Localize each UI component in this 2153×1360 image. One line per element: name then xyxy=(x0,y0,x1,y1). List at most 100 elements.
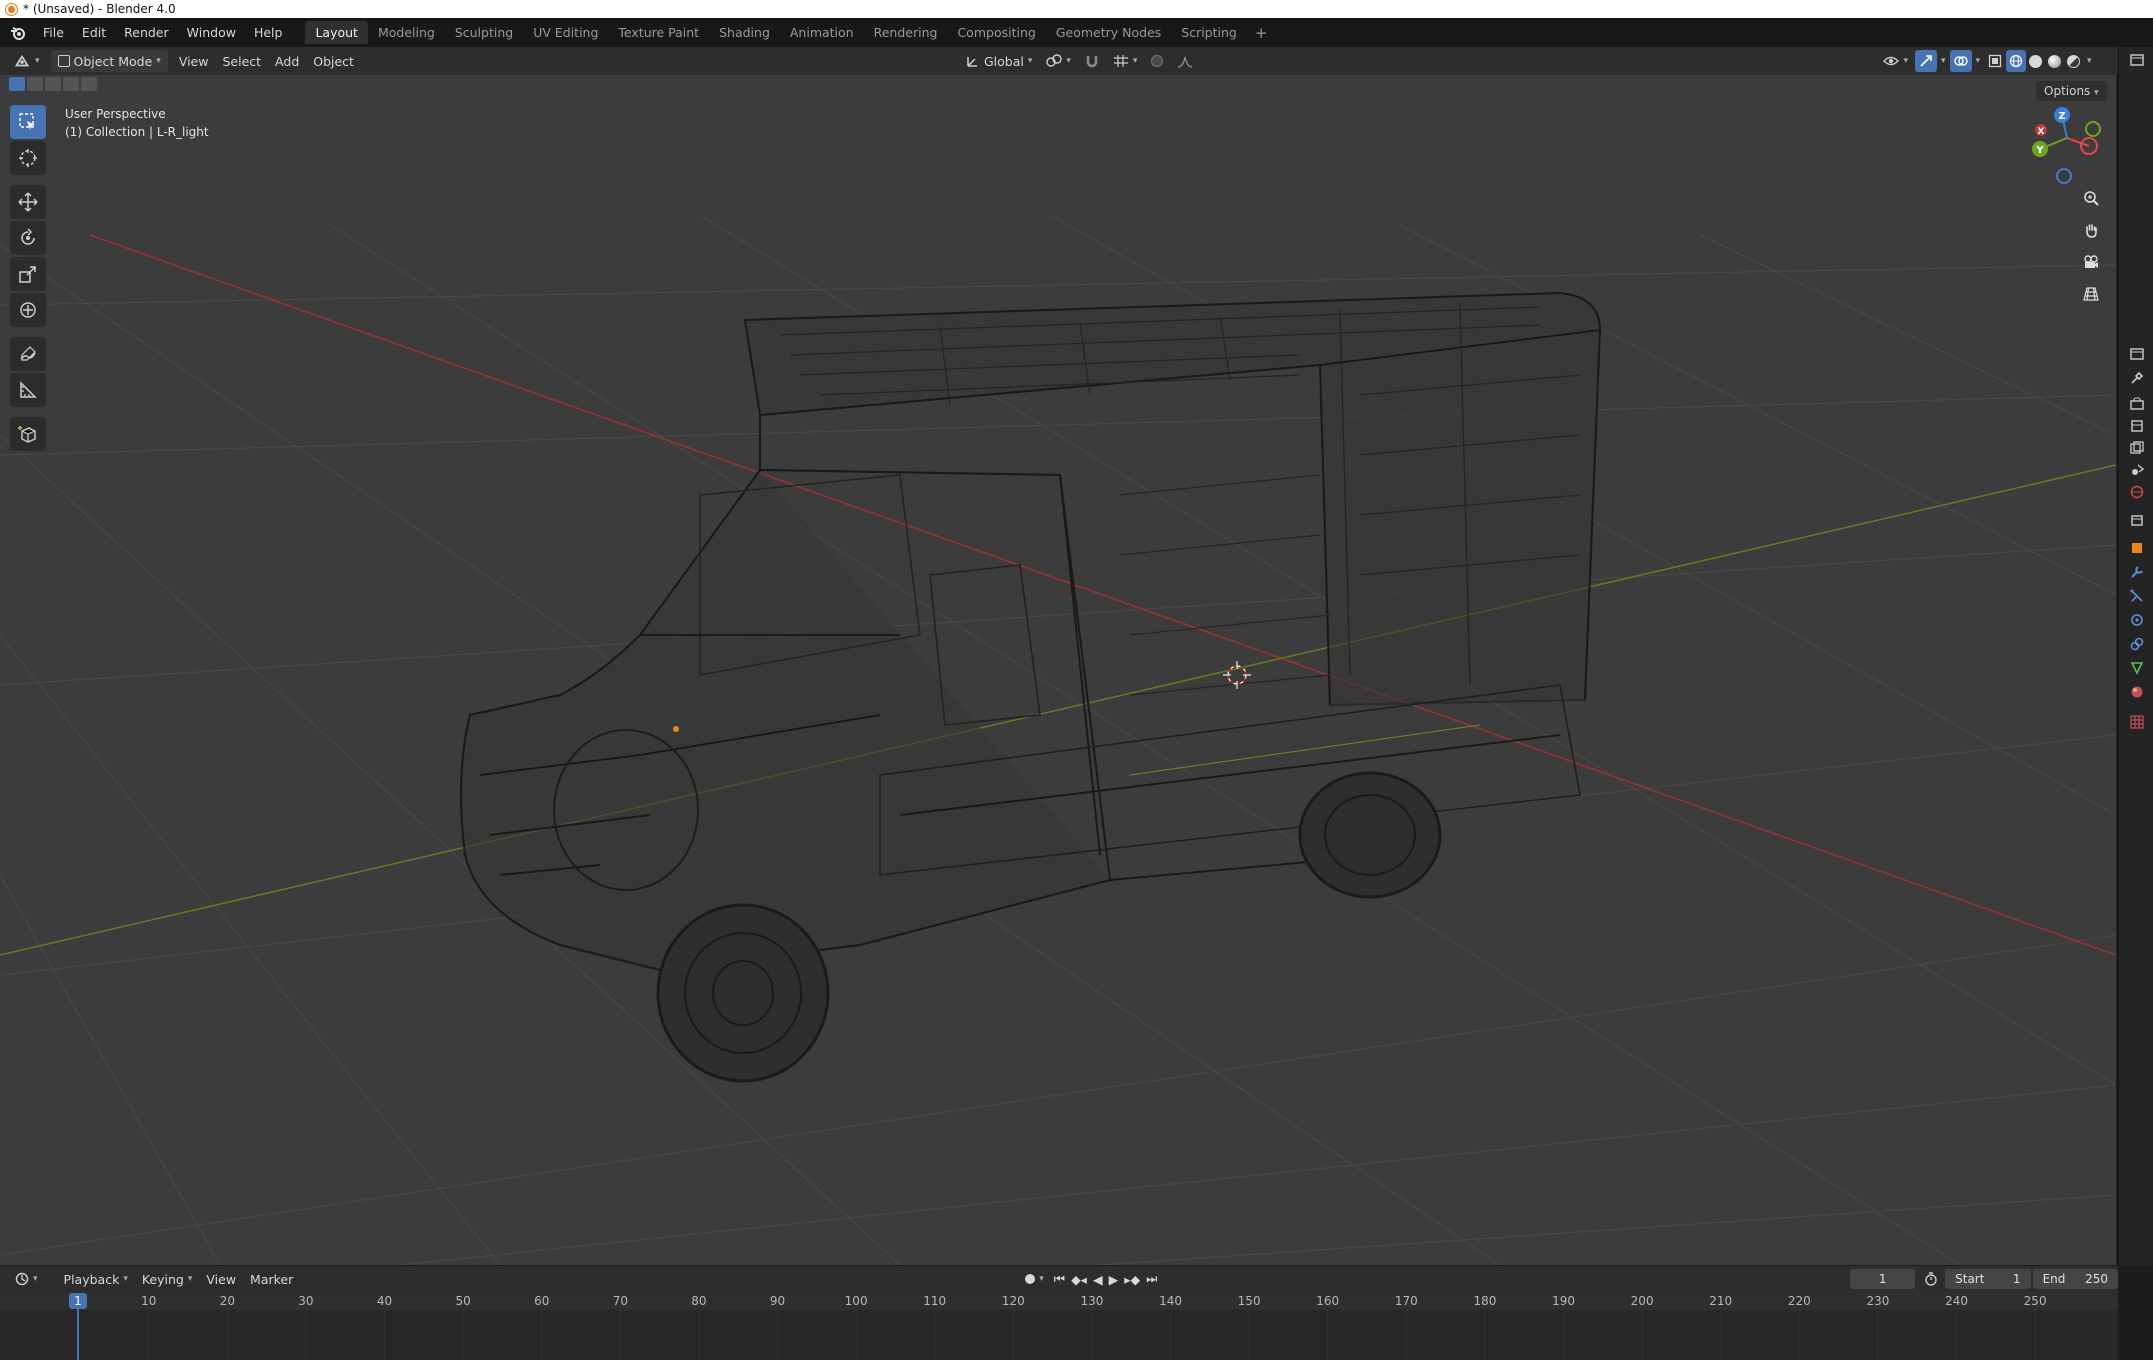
blender-menu-icon[interactable] xyxy=(0,26,34,40)
add-cube-tool[interactable] xyxy=(10,417,46,451)
rotate-tool[interactable] xyxy=(10,221,46,255)
menu-render[interactable]: Render xyxy=(115,18,178,47)
pivot-point-button[interactable]: ▾ xyxy=(1039,50,1078,72)
annotate-tool[interactable] xyxy=(10,337,46,371)
select-intersect-button[interactable] xyxy=(81,77,97,91)
playback-menu[interactable]: Playback ▾ xyxy=(57,1268,135,1290)
texture-properties-icon[interactable] xyxy=(2128,713,2145,730)
timeline-ruler[interactable]: 1 10 20 30 40 50 60 70 80 90 100 110 120 130 140 150 160… xyxy=(0,1292,2118,1360)
menu-object[interactable]: Object xyxy=(306,50,361,72)
scene-properties-icon[interactable] xyxy=(2128,461,2145,478)
menu-add[interactable]: Add xyxy=(268,50,306,72)
measure-tool[interactable] xyxy=(10,373,46,407)
render-properties-icon[interactable] xyxy=(2128,395,2145,412)
transform-orientation-select[interactable]: Global ▾ xyxy=(959,50,1039,72)
menu-window[interactable]: Window xyxy=(178,18,245,47)
world-properties-icon[interactable] xyxy=(2128,483,2145,500)
tab-shading[interactable]: Shading xyxy=(709,21,780,44)
scale-tool[interactable] xyxy=(10,257,46,291)
timeline-editor-type-button[interactable]: ▾ xyxy=(8,1268,45,1290)
shading-wireframe-button[interactable] xyxy=(2006,50,2027,72)
modifier-properties-icon[interactable] xyxy=(2128,563,2145,580)
tab-animation[interactable]: Animation xyxy=(780,21,864,44)
select-extend-button[interactable] xyxy=(27,77,43,91)
add-workspace-button[interactable]: + xyxy=(1247,24,1276,42)
physics-properties-icon[interactable] xyxy=(2128,611,2145,628)
options-dropdown[interactable]: Options ▾ xyxy=(2036,81,2107,101)
timeline-area[interactable]: 1 10 20 30 40 50 60 70 80 90 100 110 120 130 140 150 160… xyxy=(0,1292,2118,1360)
transform-tool[interactable] xyxy=(10,293,46,327)
auto-keying-toggle[interactable]: ▾ xyxy=(1018,1268,1051,1290)
tool-properties-icon[interactable] xyxy=(2128,369,2145,386)
snap-toggle[interactable] xyxy=(1078,50,1106,72)
editor-type-button[interactable]: ▾ xyxy=(6,50,47,72)
gizmo-neg-y-axis[interactable] xyxy=(2085,121,2101,137)
prev-keyframe-button[interactable]: ◆◂ xyxy=(1068,1268,1090,1290)
tab-modeling[interactable]: Modeling xyxy=(368,21,445,44)
play-reverse-button[interactable]: ◀ xyxy=(1090,1268,1106,1290)
tab-compositing[interactable]: Compositing xyxy=(947,21,1045,44)
select-subtract-button[interactable] xyxy=(45,77,61,91)
view-layer-properties-icon[interactable] xyxy=(2128,439,2145,456)
cursor-tool[interactable] xyxy=(10,141,46,175)
tab-texture-paint[interactable]: Texture Paint xyxy=(608,21,709,44)
snap-target-button[interactable]: ▾ xyxy=(1106,50,1145,72)
constraints-properties-icon[interactable] xyxy=(2128,635,2145,652)
material-properties-icon[interactable] xyxy=(2128,683,2145,700)
proportional-edit-toggle[interactable] xyxy=(1144,50,1170,72)
tab-geometry-nodes[interactable]: Geometry Nodes xyxy=(1046,21,1171,44)
next-keyframe-button[interactable]: ▸◆ xyxy=(1121,1268,1143,1290)
perspective-toggle-button[interactable] xyxy=(2078,281,2104,307)
shading-rendered-button[interactable] xyxy=(2064,50,2083,72)
tab-sculpting[interactable]: Sculpting xyxy=(445,21,523,44)
shading-chevron-icon[interactable]: ▾ xyxy=(2083,56,2096,66)
preview-range-toggle[interactable] xyxy=(1921,1268,1941,1290)
collection-properties-icon[interactable] xyxy=(2128,511,2145,528)
3d-viewport[interactable]: Z Y X User Perspective (1) Collection | … xyxy=(0,75,2116,1265)
xray-toggle[interactable] xyxy=(1984,50,2006,72)
particles-properties-icon[interactable] xyxy=(2128,587,2145,604)
camera-view-button[interactable] xyxy=(2078,249,2104,275)
tab-scripting[interactable]: Scripting xyxy=(1171,21,1247,44)
menu-edit[interactable]: Edit xyxy=(73,18,115,47)
end-frame-field[interactable]: End 250 xyxy=(2032,1269,2118,1289)
gizmo-neg-z-axis[interactable] xyxy=(2056,168,2072,184)
object-properties-icon[interactable] xyxy=(2128,539,2145,556)
gizmo-chevron-icon[interactable]: ▾ xyxy=(1937,56,1950,66)
shading-solid-button[interactable] xyxy=(2026,50,2045,72)
tab-uv-editing[interactable]: UV Editing xyxy=(523,21,608,44)
menu-file[interactable]: File xyxy=(34,18,73,47)
select-new-button[interactable] xyxy=(9,77,25,91)
select-box-tool[interactable] xyxy=(10,105,46,139)
jump-start-button[interactable]: ⏮ xyxy=(1051,1268,1068,1290)
truck-wireframe[interactable] xyxy=(460,291,1602,1083)
shading-material-button[interactable] xyxy=(2045,50,2064,72)
navigation-gizmo[interactable]: Z Y X xyxy=(2032,107,2101,184)
data-properties-icon[interactable] xyxy=(2128,659,2145,676)
move-tool[interactable] xyxy=(10,185,46,219)
tab-layout[interactable]: Layout xyxy=(305,21,368,44)
keying-menu[interactable]: Keying ▾ xyxy=(135,1268,200,1290)
select-invert-button[interactable] xyxy=(63,77,79,91)
falloff-button[interactable] xyxy=(1170,50,1200,72)
properties-editor-type-icon-2[interactable] xyxy=(2128,345,2145,362)
mode-select[interactable]: Object Mode ▾ xyxy=(50,50,168,72)
play-button[interactable]: ▶ xyxy=(1106,1268,1122,1290)
jump-end-button[interactable]: ⏭ xyxy=(1143,1268,1160,1290)
overlays-toggle[interactable] xyxy=(1949,50,1972,72)
properties-editor-type-icon[interactable] xyxy=(2128,51,2145,68)
timeline-view-menu[interactable]: View xyxy=(199,1268,243,1290)
tab-rendering[interactable]: Rendering xyxy=(864,21,948,44)
pan-button[interactable] xyxy=(2078,217,2104,243)
menu-help[interactable]: Help xyxy=(245,18,292,47)
zoom-button[interactable] xyxy=(2078,185,2104,211)
menu-select[interactable]: Select xyxy=(215,50,268,72)
menu-view[interactable]: View xyxy=(172,50,216,72)
visibility-button[interactable]: ▾ xyxy=(1876,50,1915,72)
overlays-chevron-icon[interactable]: ▾ xyxy=(1972,56,1985,66)
viewport-canvas[interactable]: Z Y X xyxy=(0,75,2116,1265)
current-frame-field[interactable]: 1 xyxy=(1850,1269,1916,1289)
output-properties-icon[interactable] xyxy=(2128,417,2145,434)
start-frame-field[interactable]: Start 1 xyxy=(1945,1269,2031,1289)
gizmo-toggle[interactable] xyxy=(1914,50,1937,72)
